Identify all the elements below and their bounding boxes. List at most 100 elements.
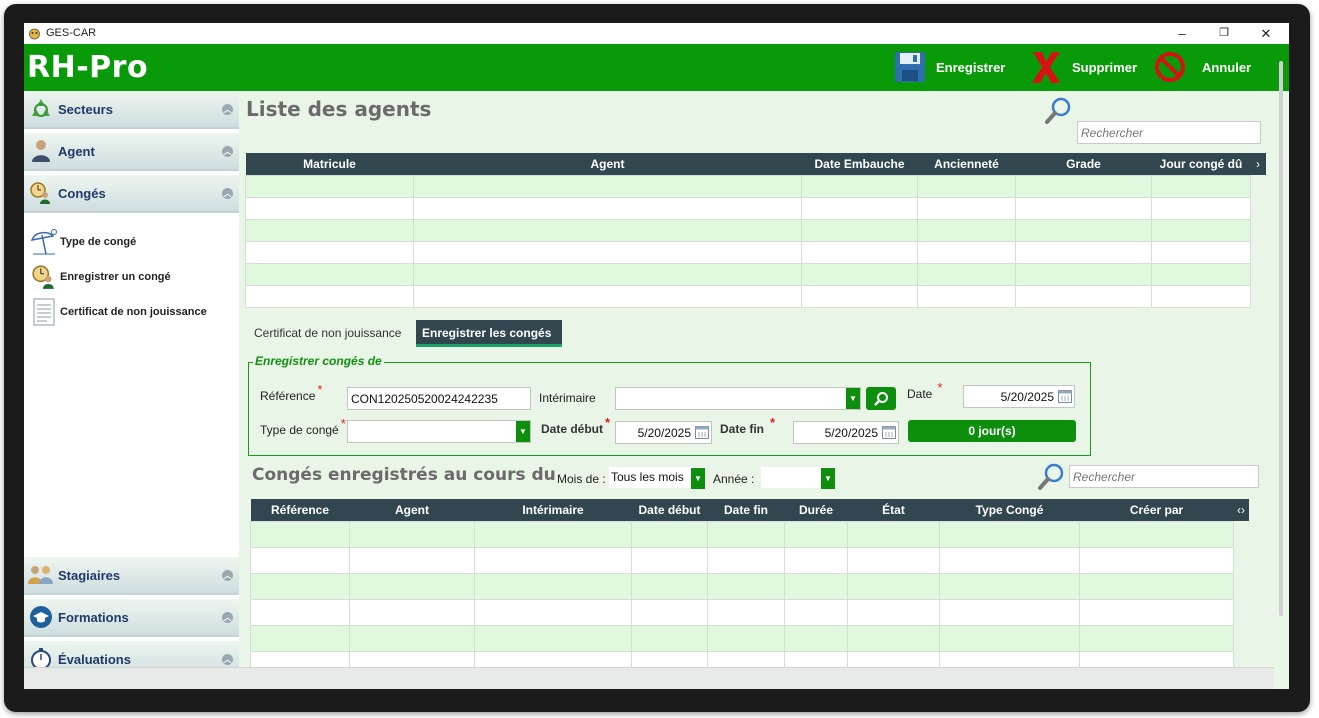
table-row[interactable] xyxy=(250,546,1234,574)
sidebar-item-label: Enregistrer un congé xyxy=(60,271,171,283)
column-header[interactable]: Agent xyxy=(349,499,475,521)
column-header[interactable]: Ancienneté xyxy=(917,153,1016,175)
conges-title: Congés enregistrés au cours du xyxy=(252,465,556,485)
conges-search-input[interactable] xyxy=(1069,465,1259,488)
table-row[interactable] xyxy=(250,624,1234,652)
save-label: Enregistrer xyxy=(936,59,1006,75)
search-icon xyxy=(874,391,888,406)
title-bar: GES-CAR – ❐ ✕ xyxy=(24,23,1289,44)
table-row[interactable] xyxy=(245,196,1251,220)
dropdown-arrow-icon[interactable]: ▼ xyxy=(821,468,835,489)
chevron-up-icon[interactable]: ︿ xyxy=(222,104,233,115)
document-icon xyxy=(28,297,60,327)
chevron-up-icon[interactable]: ︿ xyxy=(222,612,233,623)
delete-button[interactable]: Supprimer xyxy=(1030,50,1137,84)
table-row[interactable] xyxy=(250,598,1234,626)
search-interimaire-button[interactable] xyxy=(866,387,896,410)
column-header[interactable]: Agent xyxy=(413,153,802,175)
column-header[interactable]: Date fin xyxy=(707,499,785,521)
recycle-icon xyxy=(24,90,58,128)
date-label: Date * xyxy=(907,380,943,401)
chevron-up-icon[interactable]: ︿ xyxy=(222,654,233,665)
column-header[interactable]: Grade xyxy=(1015,153,1152,175)
beach-icon xyxy=(28,227,60,257)
reference-label: Référence * xyxy=(260,382,323,403)
sidebar-item-enregistrer-conge[interactable]: Enregistrer un congé xyxy=(28,262,171,292)
page-title: Liste des agents xyxy=(246,97,432,121)
window-title: GES-CAR xyxy=(46,27,97,39)
table-row[interactable] xyxy=(245,240,1251,264)
table-row[interactable] xyxy=(245,262,1251,286)
table-row[interactable] xyxy=(250,520,1234,548)
sidebar-section-label: Formations xyxy=(58,609,129,625)
column-header[interactable]: Intérimaire xyxy=(474,499,632,521)
search-icon[interactable] xyxy=(1044,97,1072,125)
dropdown-arrow-icon[interactable]: ▼ xyxy=(846,388,860,409)
dropdown-arrow-icon[interactable]: ▼ xyxy=(691,468,705,489)
calendar-icon[interactable] xyxy=(695,425,709,439)
duration-badge: 0 jour(s) xyxy=(908,420,1076,442)
chevron-right-icon[interactable]: › xyxy=(1250,153,1266,175)
tab-certificat[interactable]: Certificat de non jouissance xyxy=(248,320,416,347)
table-row[interactable] xyxy=(245,218,1251,242)
sidebar-section-label: Congés xyxy=(58,185,106,201)
sidebar-section-label: Agent xyxy=(58,143,95,159)
type-conge-combo[interactable] xyxy=(347,420,531,443)
sidebar-section-stagiaires[interactable]: Stagiaires ︿ xyxy=(24,557,239,595)
chevron-up-icon[interactable]: ︿ xyxy=(222,570,233,581)
sidebar-section-formations[interactable]: Formations ︿ xyxy=(24,599,239,637)
annee-label: Année : xyxy=(713,472,755,486)
sidebar-section-secteurs[interactable]: Secteurs ︿ xyxy=(24,91,239,129)
delete-label: Supprimer xyxy=(1072,59,1138,75)
search-icon[interactable] xyxy=(1037,463,1065,491)
cancel-label: Annuler xyxy=(1202,59,1252,75)
maximize-button[interactable]: ❐ xyxy=(1204,23,1244,44)
chevron-up-icon[interactable]: ︿ xyxy=(222,146,233,157)
vertical-scrollbar[interactable] xyxy=(1279,61,1283,616)
close-button[interactable]: ✕ xyxy=(1246,23,1286,44)
clock-person-icon xyxy=(28,262,60,292)
agents-search-input[interactable] xyxy=(1077,121,1261,144)
column-header[interactable]: Date Embauche xyxy=(801,153,918,175)
calendar-icon[interactable] xyxy=(882,425,896,439)
date-debut-label: Date début * xyxy=(541,415,611,436)
chevron-up-icon[interactable]: ︿ xyxy=(222,188,233,199)
cancel-button[interactable]: Annuler xyxy=(1154,50,1251,84)
calendar-icon[interactable] xyxy=(1058,389,1072,403)
sidebar-item-label: Certificat de non jouissance xyxy=(60,306,207,318)
type-conge-label: Type de congé * xyxy=(260,416,346,437)
sidebar-section-conges[interactable]: Congés ︿ xyxy=(24,175,239,213)
chevron-left-right-icon[interactable]: ‹› xyxy=(1233,499,1249,521)
app-header: RH-Pro Enregistrer Supprimer Annuler xyxy=(24,44,1289,91)
table-row[interactable] xyxy=(250,572,1234,600)
save-button[interactable]: Enregistrer xyxy=(894,50,1005,84)
column-header[interactable]: Date début xyxy=(631,499,708,521)
sidebar-section-label: Secteurs xyxy=(58,101,113,117)
clock-person-icon xyxy=(24,174,58,212)
form-legend: Enregistrer congés de xyxy=(253,354,384,368)
table-row[interactable] xyxy=(245,174,1251,198)
red-x-icon xyxy=(1032,52,1060,83)
reference-field[interactable] xyxy=(347,387,531,410)
table-row[interactable] xyxy=(245,284,1251,308)
tab-enregistrer-conges[interactable]: Enregistrer les congés xyxy=(416,320,562,347)
column-header[interactable]: Référence xyxy=(250,499,350,521)
sidebar-item-label: Type de congé xyxy=(60,236,137,248)
sidebar-section-label: Évaluations xyxy=(58,651,131,667)
sidebar-item-type-conge[interactable]: Type de congé xyxy=(28,227,136,257)
minimize-button[interactable]: – xyxy=(1162,23,1202,44)
column-header[interactable]: Matricule xyxy=(245,153,414,175)
column-header[interactable]: Type Congé xyxy=(939,499,1080,521)
interimaire-combo[interactable] xyxy=(615,387,861,410)
floppy-disk-icon xyxy=(895,52,925,82)
column-header[interactable]: État xyxy=(847,499,940,521)
column-header[interactable]: Jour congé dû xyxy=(1151,153,1251,175)
group-icon xyxy=(24,556,58,594)
sidebar-section-agent[interactable]: Agent ︿ xyxy=(24,133,239,171)
app-icon xyxy=(29,28,40,40)
no-entry-icon xyxy=(1155,52,1185,82)
column-header[interactable]: Créer par xyxy=(1079,499,1234,521)
dropdown-arrow-icon[interactable]: ▼ xyxy=(516,421,530,442)
column-header[interactable]: Durée xyxy=(784,499,848,521)
sidebar-item-certificat[interactable]: Certificat de non jouissance xyxy=(28,297,207,327)
